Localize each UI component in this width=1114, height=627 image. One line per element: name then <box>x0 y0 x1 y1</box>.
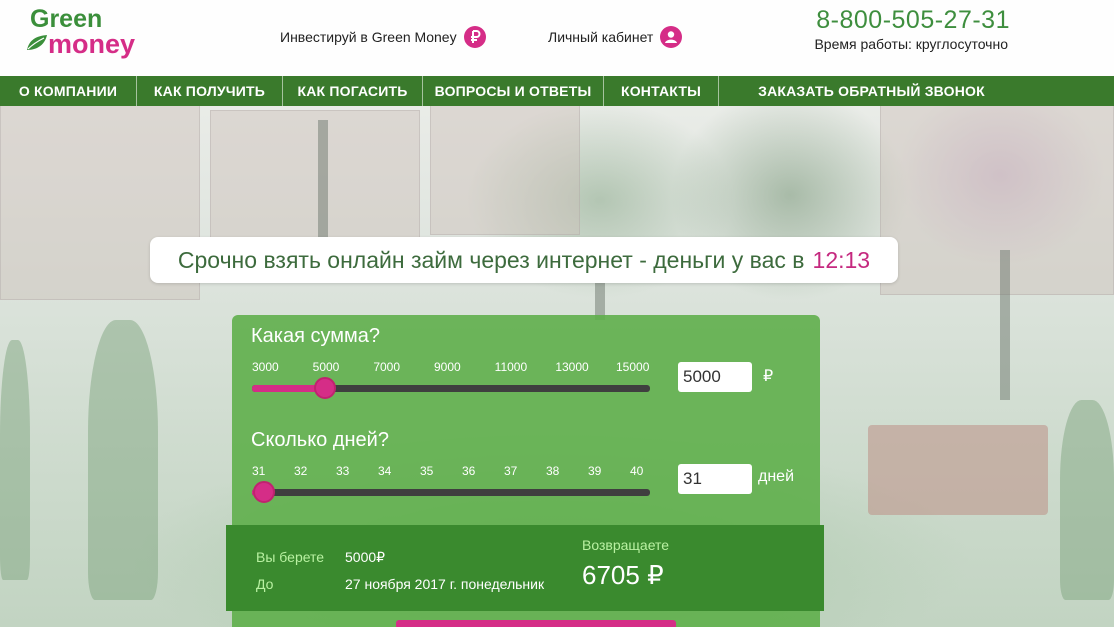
amount-label: Какая сумма? <box>251 325 380 347</box>
days-slider[interactable] <box>252 481 650 503</box>
nav-item-how-to-repay[interactable]: КАК ПОГАСИТЬ <box>283 76 423 106</box>
days-tick: 32 <box>294 464 308 478</box>
days-tick: 33 <box>336 464 350 478</box>
amount-tick: 15000 <box>616 360 650 374</box>
days-tick: 39 <box>588 464 602 478</box>
return-value: 6705 ₽ <box>582 560 664 590</box>
nav-item-callback[interactable]: ЗАКАЗАТЬ ОБРАТНЫЙ ЗВОНОК <box>719 76 1114 106</box>
headline-text: Срочно взять онлайн займ через интернет … <box>177 246 805 273</box>
take-label: Вы берете <box>256 549 325 565</box>
main-nav: О КОМПАНИИ КАК ПОЛУЧИТЬ КАК ПОГАСИТЬ ВОП… <box>0 76 1114 106</box>
days-ticks: 31 32 33 34 35 36 37 38 39 40 <box>252 464 650 480</box>
leaf-icon <box>27 35 47 50</box>
loan-summary: Вы берете 5000₽ До 27 ноября 2017 г. пон… <box>226 525 824 611</box>
days-tick: 34 <box>378 464 392 478</box>
amount-tick: 7000 <box>373 360 401 374</box>
until-label: До <box>256 576 274 592</box>
working-hours: Время работы: круглосуточно <box>814 36 1008 52</box>
days-tick: 40 <box>630 464 644 478</box>
days-tick: 31 <box>252 464 266 478</box>
nav-item-contacts[interactable]: КОНТАКТЫ <box>604 76 719 106</box>
ruble-icon <box>463 26 486 48</box>
site-header: Green money Инвестируй в Green Money Лич… <box>0 0 1114 76</box>
user-icon <box>660 26 683 48</box>
take-value: 5000₽ <box>345 549 386 565</box>
days-label: Сколько дней? <box>251 429 389 451</box>
phone-number[interactable]: 8-800-505-27-31 <box>816 6 1010 35</box>
invest-link-label: Инвестируй в Green Money <box>280 29 457 45</box>
days-tick: 37 <box>504 464 518 478</box>
amount-slider[interactable] <box>252 377 650 399</box>
amount-tick: 3000 <box>252 360 279 374</box>
amount-ticks: 3000 5000 7000 9000 11000 13000 15000 <box>252 360 650 376</box>
submit-button[interactable] <box>396 620 676 627</box>
days-input[interactable] <box>678 464 752 494</box>
amount-currency: ₽ <box>763 368 774 385</box>
logo[interactable]: Green money <box>26 4 156 60</box>
headline-banner: Срочно взять онлайн займ через интернет … <box>150 237 898 283</box>
account-link[interactable]: Личный кабинет <box>548 26 683 48</box>
amount-tick: 9000 <box>434 360 461 374</box>
amount-tick: 5000 <box>312 360 340 374</box>
amount-input[interactable] <box>678 362 752 392</box>
nav-item-faq[interactable]: ВОПРОСЫ И ОТВЕТЫ <box>423 76 604 106</box>
nav-item-how-to-get[interactable]: КАК ПОЛУЧИТЬ <box>137 76 283 106</box>
days-slider-handle[interactable] <box>253 481 275 503</box>
invest-link[interactable]: Инвестируй в Green Money <box>280 26 486 48</box>
days-tick: 35 <box>420 464 434 478</box>
logo-word-money: money <box>48 29 136 59</box>
amount-tick: 11000 <box>494 360 528 374</box>
until-value: 27 ноября 2017 г. понедельник <box>345 576 545 592</box>
amount-slider-handle[interactable] <box>313 377 336 399</box>
amount-tick: 13000 <box>555 360 589 374</box>
account-link-label: Личный кабинет <box>548 29 654 45</box>
days-tick: 36 <box>462 464 476 478</box>
days-unit: дней <box>758 468 795 485</box>
days-tick: 38 <box>546 464 560 478</box>
return-label: Возвращаете <box>582 537 670 553</box>
nav-item-about[interactable]: О КОМПАНИИ <box>0 76 137 106</box>
headline-time: 12:13 <box>812 246 871 273</box>
